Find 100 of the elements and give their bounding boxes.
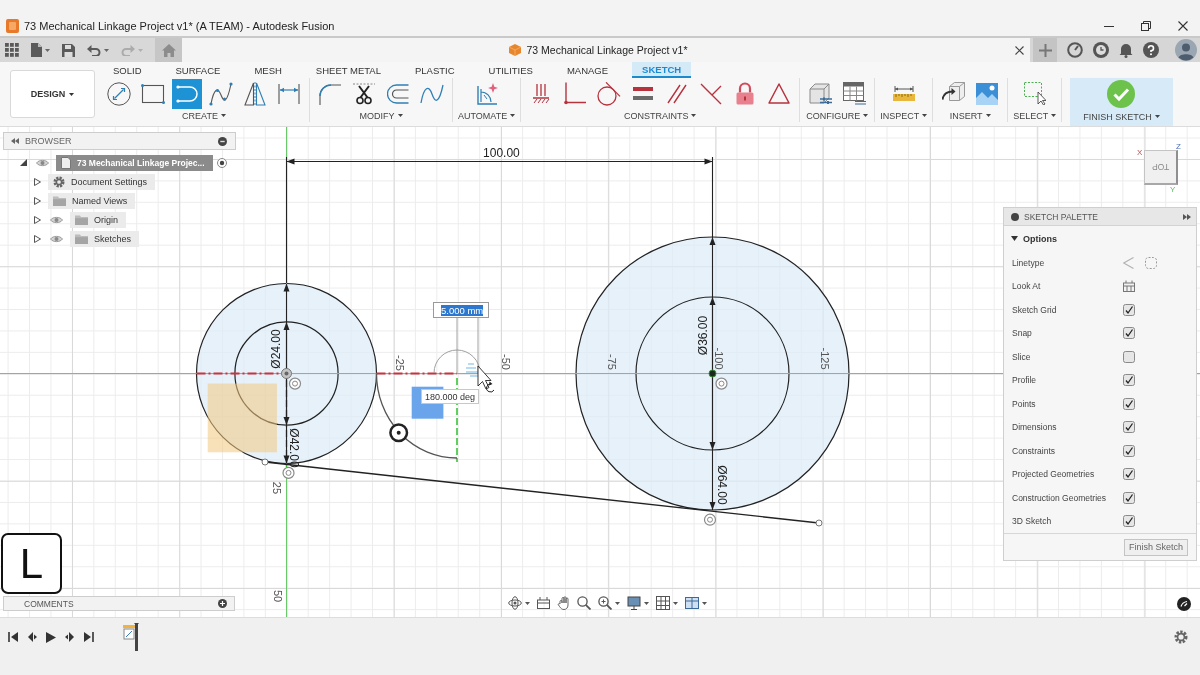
display-icon[interactable] xyxy=(627,596,641,610)
toolbar-tab[interactable]: PLASTIC xyxy=(404,62,465,78)
step-forward-icon[interactable] xyxy=(65,632,75,642)
caret-icon xyxy=(138,48,143,52)
toolbar-tab[interactable]: SURFACE xyxy=(165,62,231,78)
look-at-icon[interactable] xyxy=(537,597,550,609)
collapsed-triangle-icon[interactable] xyxy=(34,215,41,224)
dashed-box-cursor-icon xyxy=(1023,82,1046,106)
lock-icon xyxy=(736,82,755,106)
dashed-square-icon[interactable] xyxy=(1145,256,1157,269)
length-input-field[interactable]: 5.000 mm xyxy=(433,302,489,318)
grid-label: -25 xyxy=(393,355,406,371)
group-menu[interactable]: INSERT xyxy=(949,109,991,122)
clock-icon[interactable] xyxy=(1093,42,1109,58)
toolbar-tab[interactable]: SOLID xyxy=(103,62,152,78)
eye-icon[interactable] xyxy=(50,215,63,224)
toolbar-tab[interactable]: MESH xyxy=(244,62,292,78)
workspace-button[interactable]: DESIGN xyxy=(10,70,95,118)
dimension-label[interactable]: 100.00 xyxy=(483,146,520,160)
eye-icon[interactable] xyxy=(36,158,49,167)
finish-sketch-button[interactable]: Finish Sketch xyxy=(1123,538,1188,556)
eye-icon[interactable] xyxy=(50,234,63,243)
dimension-label[interactable]: Ø64.00 xyxy=(714,465,729,505)
radio-icon[interactable] xyxy=(216,157,227,168)
table-icon xyxy=(842,82,866,106)
checkbox[interactable] xyxy=(1123,374,1135,387)
group-menu[interactable]: INSPECT xyxy=(880,109,928,122)
restore-icon[interactable] xyxy=(1141,21,1151,31)
pan-hand-icon[interactable] xyxy=(557,596,570,610)
dimension-label[interactable]: Ø42.00 xyxy=(287,428,301,468)
caret-icon xyxy=(985,114,991,118)
tree-item[interactable]: Sketches xyxy=(70,230,140,247)
group-menu[interactable]: CREATE xyxy=(182,109,226,122)
constraint-icon xyxy=(288,377,302,390)
close-icon[interactable] xyxy=(1015,45,1024,55)
group-menu[interactable]: SELECT xyxy=(1013,109,1057,122)
dimension-label[interactable]: Ø24.00 xyxy=(269,329,283,369)
toolbar-tab[interactable]: SHEET METAL xyxy=(305,62,391,78)
avatar-icon[interactable] xyxy=(1175,39,1197,61)
gear-icon[interactable] xyxy=(1174,630,1188,644)
dot-icon[interactable] xyxy=(1011,212,1019,221)
caret-icon xyxy=(69,92,75,96)
close-icon[interactable] xyxy=(1178,21,1188,31)
group-menu[interactable]: CONFIGURE xyxy=(806,109,869,122)
status-icon[interactable] xyxy=(1177,597,1191,611)
play-icon[interactable] xyxy=(46,632,56,643)
gauge-icon[interactable] xyxy=(1067,42,1083,58)
toolbar-tab[interactable]: UTILITIES xyxy=(478,62,543,78)
save-icon[interactable] xyxy=(62,43,75,57)
grid-label: -50 xyxy=(500,354,512,370)
tree-item[interactable]: Named Views xyxy=(48,192,136,209)
group-menu[interactable]: FINISH SKETCH xyxy=(1083,110,1160,123)
caret-icon xyxy=(1154,115,1160,118)
minus-circle-icon[interactable] xyxy=(218,136,227,146)
checkbox[interactable] xyxy=(1123,327,1135,340)
skip-end-icon[interactable] xyxy=(84,632,94,642)
expanded-triangle-icon[interactable] xyxy=(20,159,27,166)
document-tab[interactable]: 73 Mechanical Linkage Project v1* xyxy=(182,38,1030,62)
expand-icon[interactable] xyxy=(1183,213,1191,220)
bell-icon[interactable] xyxy=(1119,42,1133,58)
file-icon[interactable] xyxy=(31,43,42,57)
dimension-label[interactable]: Ø36.00 xyxy=(696,315,710,356)
collapsed-triangle-icon[interactable] xyxy=(34,177,41,186)
collapsed-triangle-icon[interactable] xyxy=(34,234,41,243)
checkbox[interactable] xyxy=(1123,350,1135,363)
checkbox[interactable] xyxy=(1123,303,1135,316)
group-menu[interactable]: CONSTRAINTS xyxy=(623,109,697,122)
new-tab-button[interactable] xyxy=(1033,38,1057,62)
checkbox[interactable] xyxy=(1123,491,1135,504)
collapse-icon[interactable] xyxy=(11,138,19,144)
grid-icon[interactable] xyxy=(656,596,670,610)
checkbox[interactable] xyxy=(1123,421,1135,434)
minimize-icon[interactable] xyxy=(1104,25,1114,27)
collapsed-triangle-icon[interactable] xyxy=(34,196,41,205)
help-icon[interactable] xyxy=(1143,42,1159,58)
tree-item[interactable]: Document Settings xyxy=(48,173,156,190)
checkbox[interactable] xyxy=(1123,397,1135,410)
angle-input-field[interactable]: 180.000 deg xyxy=(421,389,479,404)
section-toggle[interactable]: Options xyxy=(1011,233,1057,244)
zoom-icon[interactable] xyxy=(577,596,591,610)
axis-label: X xyxy=(1137,149,1143,157)
checkbox[interactable] xyxy=(1123,515,1135,528)
viewports-icon[interactable] xyxy=(685,597,699,609)
group-menu[interactable]: MODIFY xyxy=(359,109,403,122)
look-at-icon[interactable] xyxy=(1123,280,1135,293)
timeline-marker-icon[interactable] xyxy=(123,623,140,651)
apps-grid-icon[interactable] xyxy=(5,43,19,57)
add-circle-icon[interactable] xyxy=(218,599,227,608)
toolbar-tab[interactable]: MANAGE xyxy=(556,62,619,78)
option-label: Dimensions xyxy=(1012,422,1058,433)
zoom-window-icon[interactable] xyxy=(598,596,612,610)
undo-icon[interactable] xyxy=(87,44,101,56)
checkbox[interactable] xyxy=(1123,468,1135,481)
group-menu[interactable]: AUTOMATE xyxy=(458,109,516,122)
step-back-icon[interactable] xyxy=(27,632,37,642)
tree-item[interactable]: Origin xyxy=(70,211,126,228)
orbit-icon[interactable] xyxy=(508,596,522,610)
skip-start-icon[interactable] xyxy=(8,632,18,642)
folder-icon xyxy=(53,195,66,206)
checkbox[interactable] xyxy=(1123,444,1135,457)
